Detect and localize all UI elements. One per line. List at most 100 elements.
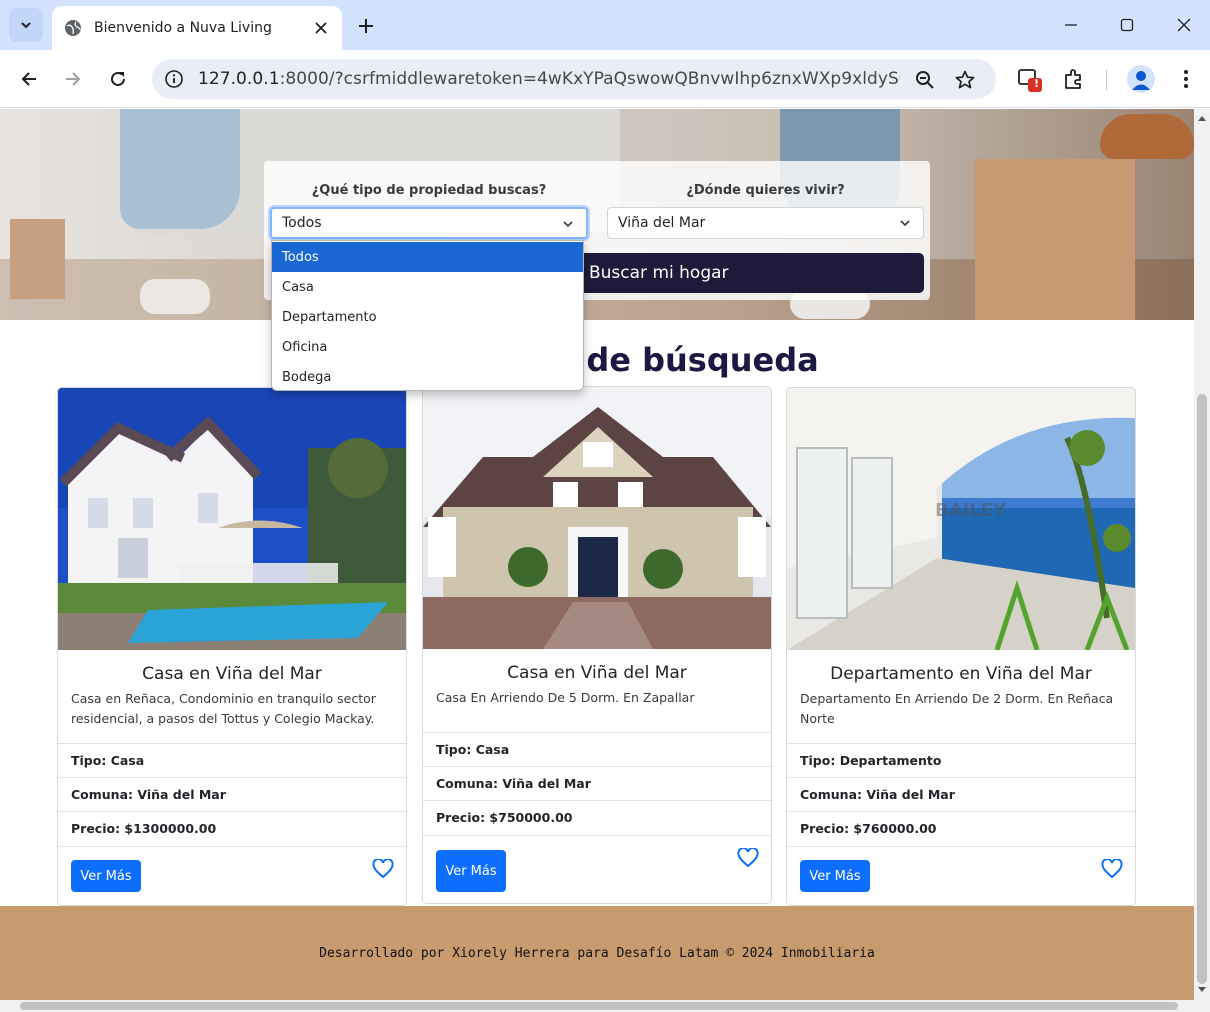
property-photo bbox=[58, 388, 406, 650]
property-type-label: ¿Qué tipo de propiedad buscas? bbox=[311, 183, 547, 198]
reload-icon bbox=[111, 71, 125, 86]
arrow-left-icon bbox=[21, 72, 36, 86]
maximize-button[interactable] bbox=[1112, 10, 1142, 40]
scroll-up-arrow-icon[interactable] bbox=[1198, 115, 1206, 123]
url-path: :8000/?csrfmiddlewaretoken=4wKxYPaQswowQ… bbox=[279, 69, 900, 89]
card-tipo: Tipo: Departamento bbox=[787, 743, 1135, 777]
close-icon bbox=[1177, 18, 1191, 32]
card-precio: Precio: $750000.00 bbox=[423, 800, 771, 834]
window-close-button[interactable] bbox=[1169, 10, 1199, 40]
avatar-icon bbox=[1132, 71, 1150, 90]
reload-button[interactable] bbox=[102, 63, 134, 95]
dropdown-option-bodega[interactable]: Bodega bbox=[272, 362, 583, 392]
search-submit-button[interactable]: Buscar mi hogar bbox=[575, 253, 924, 293]
tab-title: Bienvenido a Nuva Living bbox=[94, 20, 272, 36]
card-tipo: Tipo: Casa bbox=[423, 732, 771, 766]
url-host: 127.0.0.1 bbox=[198, 69, 280, 89]
card-description: Casa en Reñaca, Condominio en tranquilo … bbox=[71, 691, 376, 726]
card-comuna: Comuna: Viña del Mar bbox=[787, 777, 1135, 811]
site-footer: Desarrollado por Xiorely Herrera para De… bbox=[0, 906, 1194, 1000]
property-photo bbox=[423, 387, 771, 649]
new-tab-button[interactable] bbox=[353, 13, 379, 39]
property-type-dropdown-list: Todos Casa Departamento Oficina Bodega bbox=[271, 240, 584, 391]
heart-icon[interactable] bbox=[372, 859, 396, 881]
arrow-right-icon bbox=[66, 72, 81, 86]
property-type-select[interactable]: Todos bbox=[270, 207, 588, 239]
scroll-down-arrow-icon[interactable] bbox=[1198, 985, 1206, 993]
extension-alert-button[interactable]: ! bbox=[1016, 65, 1044, 93]
hero-box-left bbox=[10, 219, 65, 299]
forward-button[interactable] bbox=[57, 63, 89, 95]
dropdown-option-departamento[interactable]: Departamento bbox=[272, 302, 583, 332]
hero-person-left bbox=[120, 109, 240, 229]
property-card: BAILEY Departamento en Viña del Mar Depa… bbox=[786, 387, 1136, 906]
heart-icon[interactable] bbox=[737, 848, 761, 870]
card-comuna: Comuna: Viña del Mar bbox=[423, 766, 771, 800]
card-footer: Ver Más bbox=[423, 835, 771, 903]
card-precio: Precio: $1300000.00 bbox=[58, 811, 406, 845]
plus-icon bbox=[359, 19, 373, 33]
browser-tab[interactable]: Bienvenido a Nuva Living bbox=[52, 6, 342, 50]
heart-icon[interactable] bbox=[1101, 859, 1125, 881]
ver-mas-button[interactable]: Ver Más bbox=[71, 860, 141, 892]
property-card: Casa en Viña del Mar Casa en Reñaca, Con… bbox=[57, 387, 407, 906]
card-footer: Ver Más bbox=[787, 846, 1135, 905]
property-type-value: Todos bbox=[282, 215, 322, 231]
browser-menu-button[interactable] bbox=[1172, 65, 1200, 93]
globe-icon bbox=[64, 19, 82, 37]
chevron-down-icon bbox=[899, 217, 911, 229]
search-submit-label: Buscar mi hogar bbox=[589, 263, 729, 283]
hero-box-right bbox=[975, 159, 1135, 320]
location-value: Viña del Mar bbox=[618, 215, 706, 231]
bookmark-star-icon[interactable] bbox=[954, 69, 976, 91]
location-label: ¿Dónde quieres vivir? bbox=[686, 183, 845, 198]
ver-mas-button[interactable]: Ver Más bbox=[436, 850, 506, 892]
property-card: Casa en Viña del Mar Casa En Arriendo De… bbox=[422, 386, 772, 904]
url-text: 127.0.0.1:8000/?csrfmiddlewaretoken=4wKx… bbox=[198, 69, 900, 89]
horizontal-scrollbar[interactable] bbox=[0, 1000, 1210, 1012]
browser-toolbar: 127.0.0.1:8000/?csrfmiddlewaretoken=4wKx… bbox=[0, 50, 1210, 108]
footer-text: Desarrollado por Xiorely Herrera para De… bbox=[319, 945, 875, 961]
hero-pillow bbox=[1100, 114, 1194, 159]
kebab-menu-icon bbox=[1184, 70, 1188, 88]
card-footer: Ver Más bbox=[58, 846, 406, 905]
card-tipo: Tipo: Casa bbox=[58, 743, 406, 777]
card-description: Departamento En Arriendo De 2 Dorm. En R… bbox=[800, 691, 1114, 726]
page-viewport: ¿Qué tipo de propiedad buscas? Todos ¿Dó… bbox=[0, 109, 1194, 1000]
hero-shoe-left bbox=[140, 279, 210, 314]
minimize-button[interactable] bbox=[1056, 10, 1086, 40]
chevron-down-icon bbox=[21, 22, 31, 29]
vertical-scrollbar[interactable] bbox=[1194, 109, 1210, 1000]
profile-button[interactable] bbox=[1127, 65, 1155, 93]
vertical-scrollbar-thumb[interactable] bbox=[1197, 394, 1207, 984]
property-photo: BAILEY bbox=[787, 388, 1135, 650]
hero-banner-image: ¿Qué tipo de propiedad buscas? Todos ¿Dó… bbox=[0, 109, 1194, 320]
results-heading: Resultados de búsqueda bbox=[375, 341, 819, 379]
extension-badge: ! bbox=[1034, 77, 1040, 90]
card-precio: Precio: $760000.00 bbox=[787, 811, 1135, 845]
back-button[interactable] bbox=[13, 63, 45, 95]
extension-alert-icon bbox=[1018, 69, 1042, 92]
photo-watermark: BAILEY bbox=[935, 500, 1007, 521]
extensions-button[interactable] bbox=[1060, 65, 1088, 93]
dropdown-option-casa[interactable]: Casa bbox=[272, 272, 583, 302]
location-select[interactable]: Viña del Mar bbox=[607, 207, 924, 239]
card-comuna: Comuna: Viña del Mar bbox=[58, 777, 406, 811]
dropdown-option-oficina[interactable]: Oficina bbox=[272, 332, 583, 362]
maximize-icon bbox=[1120, 18, 1134, 32]
horizontal-scrollbar-thumb[interactable] bbox=[20, 1002, 1178, 1010]
close-icon[interactable] bbox=[312, 19, 330, 37]
address-bar[interactable]: 127.0.0.1:8000/?csrfmiddlewaretoken=4wKx… bbox=[152, 59, 996, 99]
toolbar-divider bbox=[1106, 70, 1107, 90]
ver-mas-button[interactable]: Ver Más bbox=[800, 860, 870, 892]
tab-search-button[interactable] bbox=[9, 8, 43, 42]
puzzle-icon bbox=[1065, 69, 1081, 89]
chevron-down-icon bbox=[562, 218, 574, 230]
card-title: Departamento en Viña del Mar bbox=[830, 664, 1092, 684]
card-title: Casa en Viña del Mar bbox=[507, 663, 687, 683]
browser-tabstrip: Bienvenido a Nuva Living bbox=[0, 0, 1210, 50]
card-description: Casa En Arriendo De 5 Dorm. En Zapallar bbox=[436, 690, 695, 705]
dropdown-option-todos[interactable]: Todos bbox=[272, 242, 583, 272]
site-info-icon[interactable] bbox=[164, 69, 184, 89]
zoom-icon[interactable] bbox=[914, 69, 936, 91]
